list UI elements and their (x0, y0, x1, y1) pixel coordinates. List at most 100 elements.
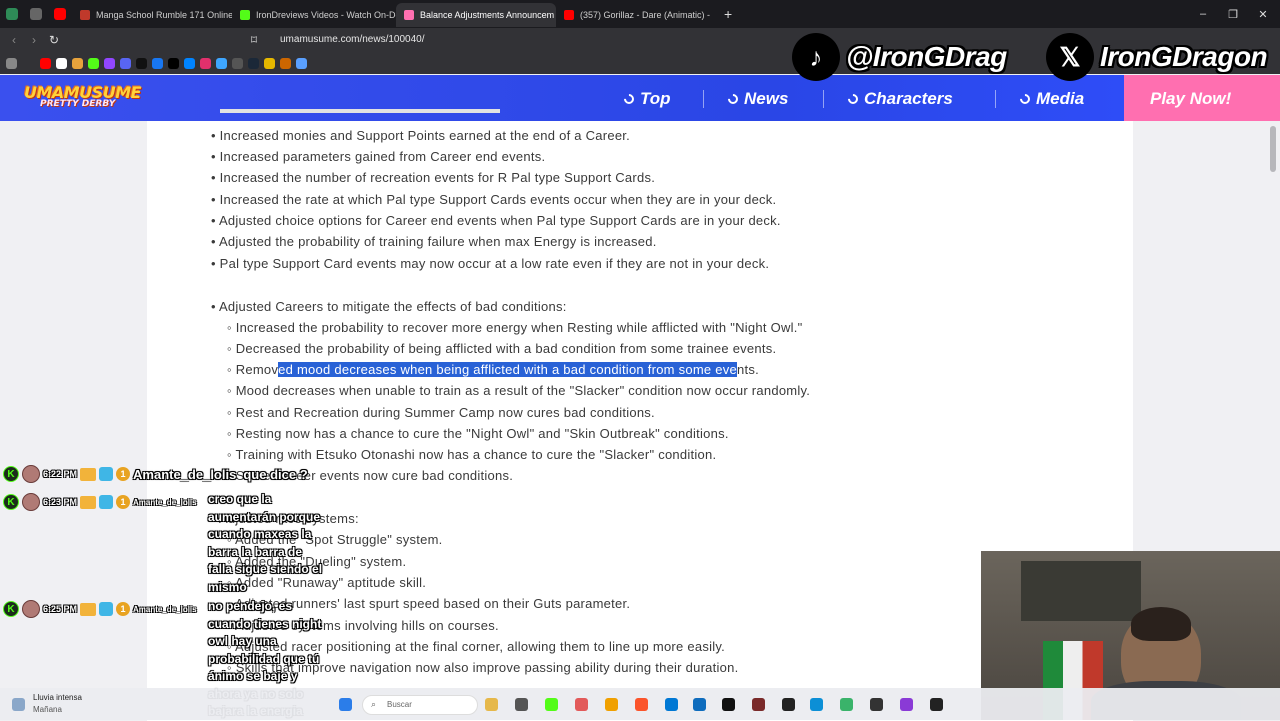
edge-icon[interactable] (810, 698, 823, 711)
level-badge: 1 (116, 602, 131, 616)
taskbar-app-icon[interactable] (485, 698, 498, 711)
kick-badge-icon: K (3, 601, 19, 617)
close-window-button[interactable]: ✕ (1248, 0, 1278, 28)
task-view-icon[interactable] (515, 698, 528, 711)
chat-time: 6:23 PM (43, 497, 78, 507)
brave-icon[interactable] (635, 698, 648, 711)
bookmark-icon[interactable] (280, 57, 291, 69)
article-subline: ◦ Increased the probability to recover m… (227, 320, 803, 335)
maximize-button[interactable]: ❐ (1218, 0, 1248, 28)
weather-icon[interactable] (12, 698, 25, 711)
youtube-bookmark-icon[interactable] (40, 57, 51, 69)
text-selection[interactable]: ed mood decreases when being afflicted w… (278, 362, 737, 377)
chat-text: que dice ? (243, 466, 308, 482)
tab-actions-icon[interactable] (24, 0, 48, 28)
taskbar-app-icon[interactable] (722, 698, 735, 711)
tab-youtube[interactable]: (357) Gorillaz - Dare (Animatic) - (556, 3, 716, 27)
youtube-favicon-icon (564, 10, 574, 20)
kick-app-icon[interactable] (545, 698, 558, 711)
reload-icon[interactable]: ↻ (44, 28, 64, 52)
taskbar-app-icon[interactable] (752, 698, 765, 711)
back-icon[interactable]: ‹ (4, 28, 24, 52)
kick-favicon-icon (240, 10, 250, 20)
chat-time: 6:22 PM (43, 469, 78, 479)
scrollbar-thumb[interactable] (1270, 126, 1276, 172)
avatar (22, 600, 40, 618)
umamusume-favicon-icon (404, 10, 414, 20)
taskbar-app-icon[interactable] (840, 698, 853, 711)
article-line: • Adjusted choice options for Career end… (211, 213, 781, 228)
article-line: • Increased parameters gained from Caree… (211, 149, 546, 164)
webcam-hair (1131, 607, 1191, 641)
article-line: • Increased monies and Support Points ea… (211, 128, 631, 143)
article-subline: ◦ Training with Etsuko Otonashi now has … (227, 447, 717, 462)
text-before-selection: ◦ Remov (227, 362, 279, 377)
workspace-icon[interactable] (0, 0, 24, 28)
taskbar-app-icon[interactable] (930, 698, 943, 711)
nav-bullet-icon (1017, 91, 1033, 107)
tiktok-overlay: ♪ @IronGDrag (792, 33, 1007, 81)
nav-top[interactable]: Top (621, 88, 671, 110)
umamusume-logo[interactable]: UMAMUSUME PRETTY DERBY (24, 83, 142, 115)
bookmark-icon[interactable] (232, 57, 243, 69)
x-bookmark-icon[interactable] (168, 57, 179, 69)
level-badge: 1 (116, 495, 131, 509)
play-now-button[interactable]: Play Now! (1124, 75, 1280, 121)
level-badge: 1 (116, 467, 131, 481)
nav-label: News (744, 89, 789, 108)
nav-divider (995, 90, 996, 108)
bookmark-icon[interactable]: ⌑ (244, 28, 264, 52)
outlook-icon[interactable] (693, 698, 706, 711)
x-handle: IronGDragon (1100, 41, 1268, 72)
tiktok-bookmark-icon[interactable] (136, 57, 147, 69)
url-field[interactable]: umamusume.com/news/100040/ (266, 31, 766, 49)
weather-subtitle: Mañana (33, 705, 62, 714)
tab-label: IronDreviews Videos - Watch On-De (256, 10, 396, 20)
taskbar-app-icon[interactable] (782, 698, 795, 711)
bookmark-icon[interactable] (72, 57, 83, 69)
kick-bookmark-icon[interactable] (88, 57, 99, 69)
search-icon: ⌕ (371, 699, 377, 709)
facebook-bookmark-icon[interactable] (152, 57, 163, 69)
article-subline: ◦ Resting now has a chance to cure the "… (227, 426, 729, 441)
chat-text: creo que la aumentarán porque cuando max… (208, 492, 323, 594)
minimize-button[interactable]: – (1188, 0, 1218, 28)
article-subline: ◦ Decreased the probability of being aff… (227, 341, 777, 356)
taskbar-app-icon[interactable] (870, 698, 883, 711)
play-now-label: Play Now! (1150, 89, 1232, 108)
youtube-pinned-icon[interactable] (48, 0, 72, 28)
taskbar-app-icon[interactable] (575, 698, 588, 711)
bookmark-icon[interactable] (216, 57, 227, 69)
instagram-bookmark-icon[interactable] (200, 57, 211, 69)
nav-media[interactable]: Media (1017, 88, 1084, 110)
article-line: • Increased the number of recreation eve… (211, 170, 656, 185)
tab-umamusume[interactable]: Balance Adjustments Announcem × (396, 3, 556, 27)
tab-manga[interactable]: Manga School Rumble 171 Online - (72, 3, 232, 27)
discord-bookmark-icon[interactable] (120, 57, 131, 69)
bookmark-icon[interactable] (296, 57, 307, 69)
google-bookmark-icon[interactable] (56, 57, 67, 69)
steam-bookmark-icon[interactable] (248, 57, 259, 69)
store-icon[interactable] (665, 698, 678, 711)
taskbar-search[interactable]: ⌕ Buscar (362, 695, 478, 715)
crown-badge-icon (80, 467, 97, 481)
subscriber-badge-icon (99, 495, 114, 509)
chat-message: K 6:23 PM 1 Amante_de_lolis (3, 493, 197, 511)
forward-icon[interactable]: › (24, 28, 44, 52)
bookmark-icon[interactable] (264, 57, 275, 69)
start-icon[interactable] (339, 698, 352, 711)
tab-kick[interactable]: IronDreviews Videos - Watch On-De (232, 3, 396, 27)
twitch-bookmark-icon[interactable] (104, 57, 115, 69)
taskbar-app-icon[interactable] (900, 698, 913, 711)
article-line: • Adjusted Careers to mitigate the effec… (211, 299, 567, 314)
nav-characters[interactable]: Characters (845, 88, 953, 110)
nav-divider (703, 90, 704, 108)
apps-icon[interactable] (6, 57, 17, 69)
article-line: • Increased the rate at which Pal type S… (211, 192, 777, 207)
messenger-bookmark-icon[interactable] (184, 57, 195, 69)
search-placeholder: Buscar (387, 700, 412, 709)
nav-bullet-icon (845, 91, 861, 107)
nav-news[interactable]: News (725, 88, 789, 110)
new-tab-button[interactable]: + (724, 6, 732, 22)
file-explorer-icon[interactable] (605, 698, 618, 711)
